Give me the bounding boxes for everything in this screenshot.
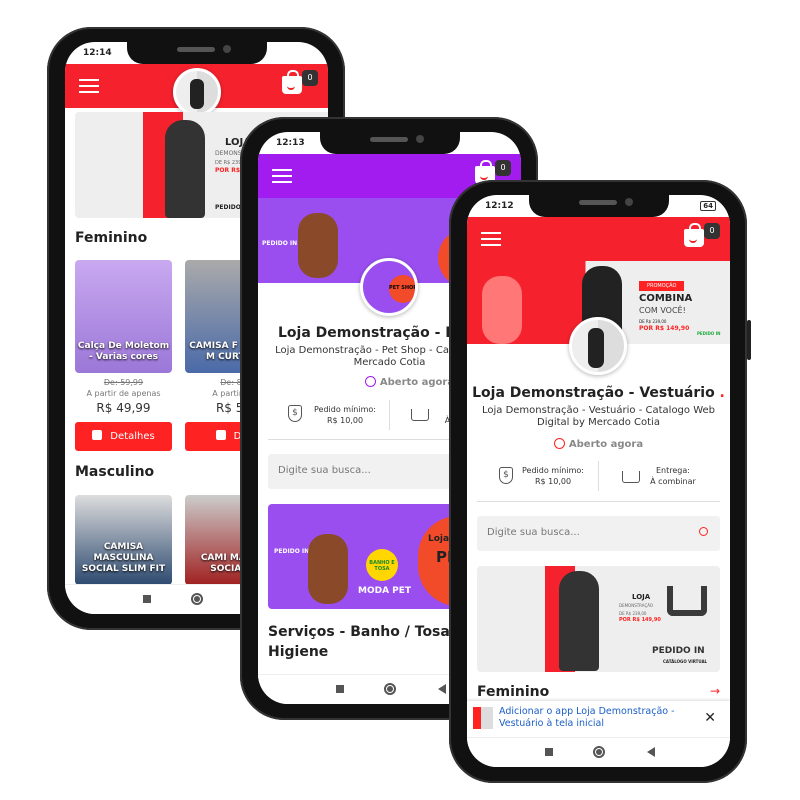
avatar-text: PET SHOP — [389, 275, 415, 303]
section-heading-feminino: Feminino — [477, 684, 550, 700]
banner-logo: PEDIDO IN — [262, 240, 298, 247]
product-card[interactable]: Calça De Moletom - Varias cores — [75, 260, 172, 373]
open-status-text: Aberto agora — [379, 377, 455, 388]
android-nav-bar — [467, 737, 730, 767]
old-price: De: 59,99 — [103, 378, 144, 387]
back-icon[interactable] — [647, 747, 655, 757]
search-icon[interactable] — [699, 527, 708, 536]
divider — [389, 400, 390, 430]
banner-old-price: DE R$ 239,00 — [639, 319, 667, 324]
cart-count-badge: 0 — [495, 160, 511, 176]
shield-dollar-icon: $ — [499, 467, 513, 484]
product-name: CAMISA MASCULINA SOCIAL SLIM FIT — [81, 542, 166, 574]
check-circle-icon — [553, 438, 565, 449]
search-input[interactable]: Digite sua busca... — [477, 516, 720, 551]
status-time: 12:13 — [276, 138, 305, 148]
banner-store: LOJA — [632, 593, 651, 601]
product-card[interactable]: CAMISA MASCULINA SOCIAL SLIM FIT — [75, 495, 172, 585]
open-status: Aberto agora — [467, 438, 730, 450]
details-label: Detalhes — [110, 431, 155, 442]
divider — [598, 461, 599, 491]
product-name: Calça De Moletom - Varias cores — [77, 341, 170, 362]
shield-dollar-icon: $ — [288, 405, 302, 422]
cart-icon[interactable] — [282, 70, 302, 94]
banner-old-price: DE R$ 239,00 — [619, 611, 647, 616]
section-heading-feminino: Feminino — [75, 230, 148, 246]
price-prefix: A partir de apenas — [86, 389, 161, 398]
side-button — [747, 320, 751, 360]
phone-screen: 12:12 64 0 PROMOÇÃO COMBINA COM VOCÊ! DE … — [467, 195, 730, 767]
delivery: Entrega: À combinar — [650, 466, 696, 486]
notch — [320, 132, 460, 154]
menu-icon[interactable] — [481, 232, 501, 246]
install-app-prompt[interactable]: Adicionar o app Loja Demonstração - Vest… — [467, 701, 730, 737]
home-icon[interactable] — [191, 593, 203, 605]
banner-sub: DEMONSTRAÇÃO — [619, 603, 654, 608]
divider — [477, 501, 720, 502]
banner-headline2: COM VOCÊ! — [639, 306, 686, 315]
min-order: Pedido mínimo: R$ 10,00 — [314, 405, 376, 425]
bag-icon — [215, 430, 226, 440]
search-placeholder: Digite sua busca... — [487, 527, 580, 538]
cart-count-badge: 0 — [302, 70, 318, 86]
details-button[interactable]: Detalhes — [75, 422, 172, 451]
store-logo — [173, 68, 221, 116]
cart-icon[interactable] — [684, 223, 704, 247]
cart-logo-icon — [667, 586, 707, 616]
arrow-right-icon[interactable]: → — [710, 684, 720, 698]
category-banner[interactable]: LOJA DEMONSTRAÇÃO DE R$ 239,00 POR R$ 14… — [477, 566, 720, 672]
app-header: 0 — [467, 217, 730, 261]
install-prompt-text[interactable]: Adicionar o app Loja Demonstração - Vest… — [499, 706, 699, 730]
cart-count-badge: 0 — [704, 223, 720, 239]
price: R$ 49,99 — [96, 401, 151, 415]
banner-tag: MODA PET — [358, 586, 412, 596]
banner-logo: PEDIDO IN — [274, 548, 310, 555]
bag-icon — [92, 430, 103, 440]
app-icon — [473, 707, 493, 729]
section-heading: Serviços - Banho / Tosa / Higiene — [268, 624, 460, 660]
close-icon[interactable]: ✕ — [704, 710, 716, 726]
notch — [127, 42, 267, 64]
back-icon[interactable] — [438, 684, 446, 694]
recents-icon[interactable] — [545, 748, 553, 756]
banner-new-price: POR R$ 149,90 — [639, 325, 690, 332]
cart-delivery-icon — [622, 471, 640, 483]
banner-tagline: CATÁLOGO VIRTUAL — [663, 659, 708, 664]
home-icon[interactable] — [593, 746, 605, 758]
menu-icon[interactable] — [79, 79, 99, 93]
section-heading-masculino: Masculino — [75, 464, 155, 480]
status-time: 12:14 — [83, 48, 112, 58]
open-status-text: Aberto agora — [568, 439, 644, 450]
promo-tag: PROMOÇÃO — [639, 281, 685, 291]
notch — [529, 195, 669, 217]
banner-logo: PEDIDO IN — [652, 646, 705, 656]
phone-mockup-vestuario-store: 12:12 64 0 PROMOÇÃO COMBINA COM VOCÊ! DE … — [449, 180, 751, 783]
home-icon[interactable] — [384, 683, 396, 695]
cart-delivery-icon — [411, 409, 429, 421]
banner-headline: COMBINA — [639, 293, 693, 304]
battery-indicator: 64 — [700, 201, 716, 211]
store-subtitle: Loja Demonstração - Vestuário - Catalogo… — [481, 405, 716, 428]
store-logo: PET SHOP — [360, 258, 418, 316]
banner-logo: PEDIDO IN — [697, 331, 721, 336]
min-order: Pedido mínimo: R$ 10,00 — [522, 466, 584, 486]
recents-icon[interactable] — [143, 595, 151, 603]
store-title: Loja Demonstração - Vestuário . — [472, 385, 725, 401]
check-circle-icon — [364, 376, 376, 387]
store-logo — [569, 317, 627, 375]
status-time: 12:12 — [485, 201, 514, 211]
recents-icon[interactable] — [336, 685, 344, 693]
banner-new-price: POR R$ 149,90 — [619, 617, 661, 623]
menu-icon[interactable] — [272, 169, 292, 183]
banner-badge: BANHO E TOSA — [366, 549, 398, 581]
